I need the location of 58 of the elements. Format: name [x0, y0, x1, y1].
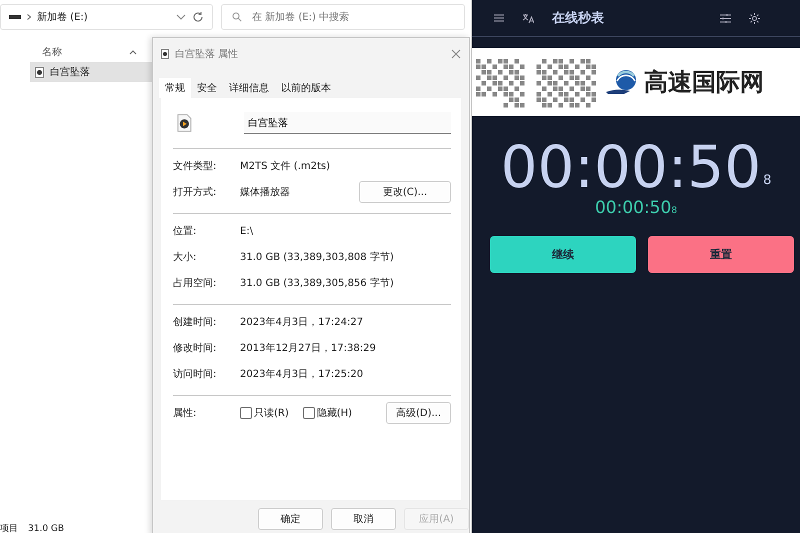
property-label: 创建时间: — [173, 316, 218, 329]
advanced-button[interactable]: 高级(D)... — [386, 402, 451, 424]
status-text: 31.0 GB — [28, 523, 64, 533]
property-label: 文件类型: — [173, 160, 218, 173]
tab[interactable]: 安全 — [191, 78, 223, 98]
reset-button[interactable]: 重置 — [648, 236, 794, 273]
property-label: 位置: — [173, 224, 198, 238]
change-button[interactable]: 更改(C)... — [359, 181, 451, 203]
property-value: 2023年4月3日，17:24:27 — [240, 316, 364, 329]
banner-text: 高速国际网 — [644, 67, 764, 98]
chevron-right-icon — [27, 14, 31, 20]
property-label: 属性: — [173, 406, 198, 420]
file-name-field[interactable]: 白宫坠落 — [244, 112, 451, 134]
property-value: 2023年4月3日，17:25:20 — [240, 368, 364, 381]
property-value: 31.0 GB (33,389,303,808 字节) — [240, 250, 395, 264]
refresh-icon[interactable] — [192, 11, 204, 23]
column-header[interactable]: 名称 — [42, 45, 62, 59]
timer-fraction: 8 — [763, 173, 772, 188]
drive-icon — [9, 14, 21, 20]
continue-button[interactable]: 继续 — [490, 236, 636, 273]
address-bar[interactable]: 新加卷 (E:) — [0, 4, 213, 30]
breadcrumb[interactable]: 新加卷 (E:) — [37, 10, 170, 24]
sun-icon[interactable] — [749, 12, 760, 24]
property-label: 打开方式: — [173, 186, 218, 199]
property-value: 31.0 GB (33,389,305,856 字节) — [240, 276, 395, 290]
app-title: 在线秒表 — [552, 10, 604, 27]
checkbox[interactable]: 只读(R) — [240, 406, 289, 420]
timer-display: 00:00:50 — [500, 136, 762, 198]
tab[interactable]: 常规 — [159, 78, 191, 98]
checkbox[interactable]: 隐藏(H) — [302, 406, 352, 420]
search-field[interactable]: 在 新加卷 (E:) 中搜索 — [221, 4, 465, 30]
property-label: 占用空间: — [173, 276, 218, 290]
property-label: 大小: — [173, 250, 198, 264]
search-icon — [232, 12, 242, 22]
ad-banner[interactable]: 高速国际网 — [472, 48, 800, 116]
property-label: 修改时间: — [173, 342, 218, 355]
dialog-title: 白宫坠落 属性 — [175, 48, 240, 61]
status-text: 项目 — [0, 523, 18, 533]
property-value: M2TS 文件 (.m2ts) — [240, 160, 332, 173]
menu-icon[interactable] — [494, 14, 504, 22]
tab[interactable]: 详细信息 — [223, 78, 275, 98]
dialog-button[interactable]: 确定 — [258, 508, 323, 530]
video-file-icon — [177, 113, 192, 133]
video-file-icon — [161, 49, 169, 59]
translate-icon[interactable] — [522, 12, 534, 24]
lap-fraction: 8 — [671, 206, 678, 216]
file-row[interactable]: 白宫坠落 — [30, 62, 152, 82]
lap-time: 00:00:50 — [594, 198, 672, 218]
property-value: E:\ — [240, 226, 254, 236]
property-label: 访问时间: — [173, 368, 218, 381]
settings-icon[interactable] — [720, 14, 731, 22]
property-value: 2013年12月27日，17:38:29 — [240, 342, 377, 355]
chevron-down-icon[interactable] — [176, 14, 186, 20]
tab[interactable]: 以前的版本 — [275, 78, 337, 98]
dialog-button[interactable]: 取消 — [331, 508, 396, 530]
property-value: 媒体播放器 — [240, 186, 291, 199]
video-file-icon — [35, 66, 44, 78]
close-icon[interactable] — [451, 49, 461, 59]
